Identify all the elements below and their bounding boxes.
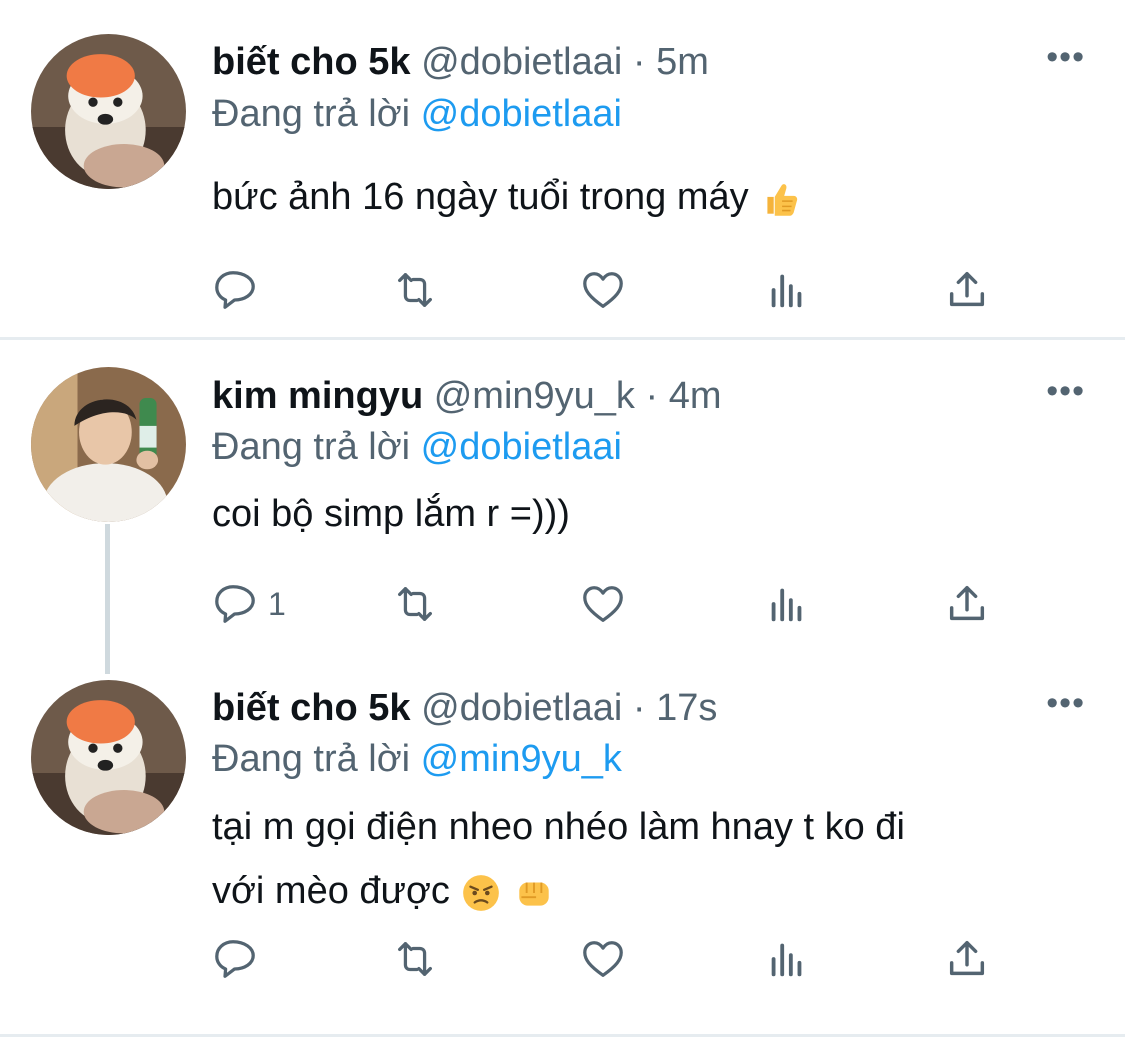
- dog-avatar-image: [31, 34, 186, 189]
- avatar[interactable]: [31, 34, 186, 189]
- share-icon: [949, 271, 985, 307]
- retweet-button[interactable]: [392, 935, 438, 983]
- like-button[interactable]: [580, 266, 626, 314]
- reply-icon: [215, 940, 255, 978]
- tweet-text-line: coi bộ simp lắm r =))): [212, 493, 570, 535]
- tweet-text-line: bức ảnh 16 ngày tuổi trong máy: [212, 176, 749, 218]
- retweet-button[interactable]: [392, 580, 438, 628]
- dog-avatar-image: [31, 680, 186, 835]
- views-icon: [771, 588, 802, 622]
- tweet-actions: [212, 266, 1012, 314]
- share-icon: [949, 940, 985, 976]
- retweet-icon: [398, 273, 432, 307]
- reply-count: 1: [268, 585, 286, 622]
- avatar[interactable]: [31, 680, 186, 835]
- share-icon: [949, 585, 985, 621]
- retweet-button[interactable]: [392, 266, 438, 314]
- replying-line: Đang trả lời @min9yu_k: [212, 735, 622, 783]
- timestamp[interactable]: · 4m: [646, 375, 722, 417]
- reply-button[interactable]: [212, 935, 268, 983]
- heart-icon: [583, 272, 623, 308]
- replying-mention[interactable]: @dobietlaai: [421, 426, 622, 468]
- fist-icon: [513, 872, 555, 914]
- person-avatar-image: [31, 367, 186, 522]
- views-button[interactable]: [764, 266, 810, 314]
- replying-prefix: Đang trả lời: [212, 738, 411, 780]
- tweet-text: bức ảnh 16 ngày tuổi trong máy: [212, 167, 1072, 227]
- tweet-text: coi bộ simp lắm r =))): [212, 484, 1072, 544]
- share-button[interactable]: [944, 266, 990, 314]
- share-button[interactable]: [944, 935, 990, 983]
- tweet-actions: [212, 935, 1012, 983]
- tweet-text: tại m gọi điện nheo nhéo làm hnay t ko đ…: [212, 797, 1072, 921]
- angry-face-icon: [460, 872, 502, 914]
- tweet[interactable]: biết cho 5k @dobietlaai · 5m Đang trả lờ…: [0, 0, 1125, 340]
- replying-mention[interactable]: @dobietlaai: [421, 93, 622, 135]
- avatar[interactable]: [31, 367, 186, 522]
- retweet-icon: [398, 587, 432, 621]
- replying-prefix: Đang trả lời: [212, 93, 411, 135]
- replying-mention[interactable]: @min9yu_k: [421, 738, 622, 780]
- heart-icon: [583, 941, 623, 977]
- reply-button[interactable]: 1: [212, 580, 286, 628]
- tweet[interactable]: biết cho 5k @dobietlaai · 17s Đang trả l…: [0, 670, 1125, 1037]
- views-button[interactable]: [764, 935, 810, 983]
- reply-icon: [215, 585, 255, 623]
- replying-prefix: Đang trả lời: [212, 426, 411, 468]
- more-options-button[interactable]: •••: [1046, 686, 1085, 720]
- like-button[interactable]: [580, 580, 626, 628]
- thumbs-up-icon: [759, 178, 801, 220]
- replying-line: Đang trả lời @dobietlaai: [212, 423, 622, 471]
- display-name[interactable]: biết cho 5k: [212, 41, 411, 83]
- thread-connector-line: [105, 524, 110, 674]
- views-icon: [771, 943, 802, 977]
- heart-icon: [583, 586, 623, 622]
- tweet[interactable]: kim mingyu @min9yu_k · 4m Đang trả lời @…: [0, 340, 1125, 674]
- timestamp[interactable]: · 5m: [633, 41, 709, 83]
- handle[interactable]: @min9yu_k: [434, 375, 635, 417]
- reply-icon: [215, 271, 255, 309]
- replying-line: Đang trả lời @dobietlaai: [212, 90, 622, 138]
- reply-button[interactable]: [212, 266, 268, 314]
- views-icon: [771, 274, 802, 308]
- views-button[interactable]: [764, 580, 810, 628]
- retweet-icon: [398, 942, 432, 976]
- share-button[interactable]: [944, 580, 990, 628]
- handle[interactable]: @dobietlaai: [421, 41, 622, 83]
- more-options-button[interactable]: •••: [1046, 40, 1085, 74]
- display-name[interactable]: kim mingyu: [212, 375, 423, 417]
- tweet-text-line: tại m gọi điện nheo nhéo làm hnay t ko đ…: [212, 806, 905, 848]
- tweet-text-line: với mèo được: [212, 870, 450, 912]
- like-button[interactable]: [580, 935, 626, 983]
- more-options-button[interactable]: •••: [1046, 374, 1085, 408]
- timestamp[interactable]: · 17s: [633, 687, 717, 729]
- display-name[interactable]: biết cho 5k: [212, 687, 411, 729]
- handle[interactable]: @dobietlaai: [421, 687, 622, 729]
- tweet-actions: 1: [212, 580, 1012, 628]
